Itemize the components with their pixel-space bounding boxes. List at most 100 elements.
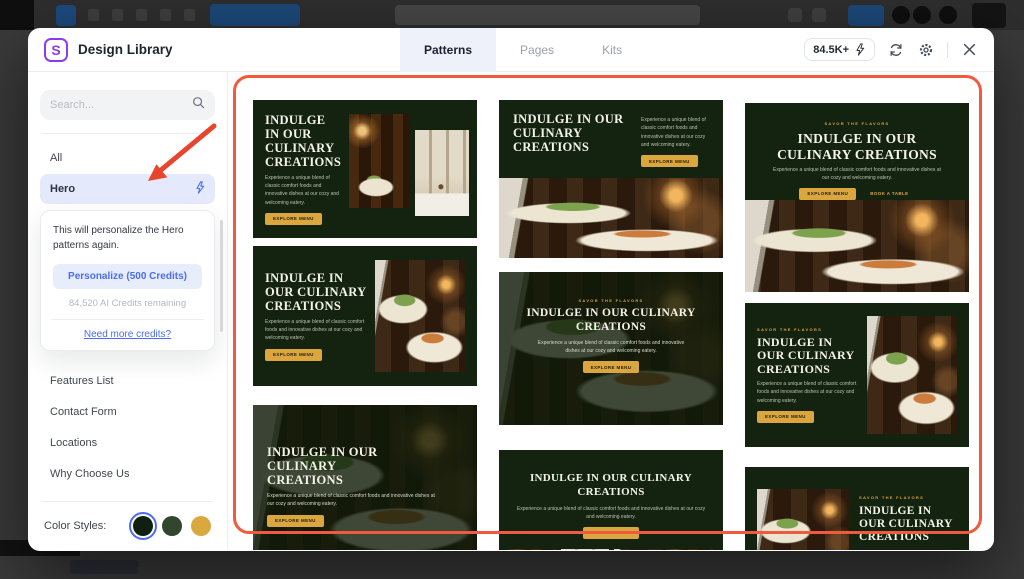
color-styles-label: Color Styles: [44, 520, 106, 532]
pattern-card[interactable]: INDULGE IN OUR CULINARY CREATIONS Experi… [499, 450, 723, 550]
background-toolbar-icon [788, 8, 802, 22]
background-toolbar-button [56, 5, 76, 26]
pattern-body: Experience a unique blend of classic com… [265, 318, 367, 343]
sidebar-item-hero[interactable]: Hero [40, 174, 215, 204]
pattern-eyebrow: SAVOR THE FLAVORS [499, 298, 723, 303]
pattern-heading: INDULGE IN OUR CULINARY CREATIONS [859, 505, 957, 545]
pattern-card[interactable]: SAVOR THE FLAVORS INDULGE IN OUR CULINAR… [499, 272, 723, 425]
credits-remaining-text: 84,520 AI Credits remaining [53, 298, 202, 309]
color-swatch-dark-green[interactable] [133, 516, 153, 536]
tab-pages[interactable]: Pages [496, 28, 578, 72]
lightning-icon [853, 43, 866, 56]
sidebar-item-all[interactable]: All [40, 144, 215, 172]
pattern-cta-primary: EXPLORE MENU [583, 361, 640, 373]
pattern-photo [349, 114, 409, 208]
pattern-cta-primary: EXPLORE MENU [583, 527, 640, 539]
grid-column: SAVOR THE FLAVORS INDULGE IN OUR CULINAR… [745, 100, 969, 550]
background-avatar [939, 6, 957, 24]
search-box[interactable] [40, 90, 215, 120]
pattern-photo [375, 260, 465, 372]
pattern-cta-primary: EXPLORE MENU [757, 411, 814, 423]
background-avatar [892, 6, 910, 24]
credits-count: 84.5K+ [813, 44, 849, 56]
pattern-card[interactable]: INDULGE IN OUR CULINARY CREATIONS Experi… [499, 100, 723, 258]
pattern-body: Experience a unique blend of classic com… [530, 339, 691, 356]
background-toolbar-button [848, 5, 884, 26]
background-page-label [70, 560, 138, 574]
lightning-icon[interactable] [194, 181, 205, 197]
pattern-card[interactable]: INDULGE IN OUR CULINARY CREATIONS Experi… [253, 405, 477, 550]
refresh-icon[interactable] [887, 41, 905, 59]
background-toolbar [0, 0, 1024, 30]
sidebar-item-why-choose-us[interactable]: Why Choose Us [40, 458, 215, 489]
color-swatch-gold[interactable] [191, 516, 211, 536]
pattern-card[interactable]: SAVOR THE FLAVORS INDULGE IN OUR CULINAR… [745, 303, 969, 447]
app-logo: S [44, 38, 68, 62]
pattern-photo [561, 549, 608, 550]
sidebar-item-label: Hero [50, 183, 75, 195]
search-icon [192, 96, 205, 114]
pattern-eyebrow: SAVOR THE FLAVORS [745, 121, 969, 126]
pattern-cta-primary: EXPLORE MENU [799, 188, 856, 200]
pattern-heading: INDULGE IN OUR CULINARY CREATIONS [757, 336, 859, 376]
pattern-card[interactable]: INDULGE IN OUR CULINARY CREATIONS Experi… [253, 100, 477, 238]
pattern-eyebrow: SAVOR THE FLAVORS [859, 495, 957, 500]
search-input[interactable] [50, 99, 192, 111]
pattern-photo [614, 549, 661, 550]
pattern-card[interactable]: INDULGE IN OUR CULINARY CREATIONS Experi… [253, 246, 477, 386]
color-swatch-green[interactable] [162, 516, 182, 536]
pattern-body: Experience a unique blend of classic com… [517, 505, 705, 522]
background-app-logo [0, 0, 34, 30]
need-more-credits-link[interactable]: Need more credits? [53, 329, 202, 340]
background-toolbar-icon [812, 8, 826, 22]
pattern-heading: INDULGE IN OUR CULINARY CREATIONS [770, 131, 945, 162]
background-toolbar-button [972, 3, 1006, 28]
modal-header: S Design Library Patterns Pages Kits 84.… [28, 28, 994, 72]
pattern-photo [745, 200, 969, 292]
background-toolbar-button [210, 4, 300, 26]
pattern-photo [867, 316, 957, 434]
modal-title: Design Library [78, 42, 173, 57]
color-styles-row: Color Styles: [40, 516, 215, 536]
pattern-body: Experience a unique blend of classic com… [265, 174, 341, 207]
app-logo-letter: S [51, 42, 60, 58]
pattern-heading: INDULGE IN OUR CULINARY CREATIONS [267, 445, 397, 487]
pattern-photo [757, 489, 849, 550]
pattern-cta-primary: EXPLORE MENU [265, 213, 322, 225]
close-icon[interactable] [960, 41, 978, 59]
sidebar-item-contact-form[interactable]: Contact Form [40, 396, 215, 427]
pattern-photo [415, 130, 469, 216]
background-avatar [913, 6, 931, 24]
pattern-photo [509, 549, 556, 550]
sidebar-divider [42, 501, 213, 502]
tab-patterns[interactable]: Patterns [400, 28, 496, 72]
pattern-heading: INDULGE IN OUR CULINARY CREATIONS [512, 307, 709, 335]
tab-kits[interactable]: Kits [578, 28, 646, 72]
personalize-button[interactable]: Personalize (500 Credits) [53, 264, 202, 289]
pattern-heading: INDULGE IN OUR CULINARY CREATIONS [519, 472, 703, 500]
background-toolbar-icon [88, 9, 99, 21]
pattern-cta-secondary: BOOK A TABLE [864, 188, 914, 200]
pattern-eyebrow: SAVOR THE FLAVORS [757, 327, 859, 332]
sidebar: All Hero This will personalize the Hero … [28, 72, 228, 550]
pattern-heading: INDULGE IN OUR CULINARY CREATIONS [265, 113, 341, 169]
sidebar-item-locations[interactable]: Locations [40, 427, 215, 458]
background-toolbar-icon [136, 9, 147, 21]
credits-badge[interactable]: 84.5K+ [804, 38, 875, 61]
background-toolbar-icon [184, 9, 195, 21]
pattern-heading: INDULGE IN OUR CULINARY CREATIONS [265, 271, 367, 313]
pattern-body: Experience a unique blend of classic com… [757, 380, 859, 405]
gear-icon[interactable] [917, 41, 935, 59]
popover-divider [51, 319, 204, 320]
pattern-body: Experience a unique blend of classic com… [772, 166, 942, 183]
background-toolbar-icon [112, 9, 123, 21]
pattern-photo [666, 549, 713, 550]
pattern-card[interactable]: SAVOR THE FLAVORS INDULGE IN OUR CULINAR… [745, 467, 969, 550]
sidebar-scrollbar[interactable] [220, 220, 223, 332]
pattern-card[interactable]: SAVOR THE FLAVORS INDULGE IN OUR CULINAR… [745, 103, 969, 292]
sidebar-item-features-list[interactable]: Features List [40, 365, 215, 396]
grid-column: INDULGE IN OUR CULINARY CREATIONS Experi… [499, 100, 723, 550]
header-divider [947, 42, 948, 58]
popover-message: This will personalize the Hero patterns … [53, 223, 202, 253]
pattern-photo [499, 178, 723, 258]
